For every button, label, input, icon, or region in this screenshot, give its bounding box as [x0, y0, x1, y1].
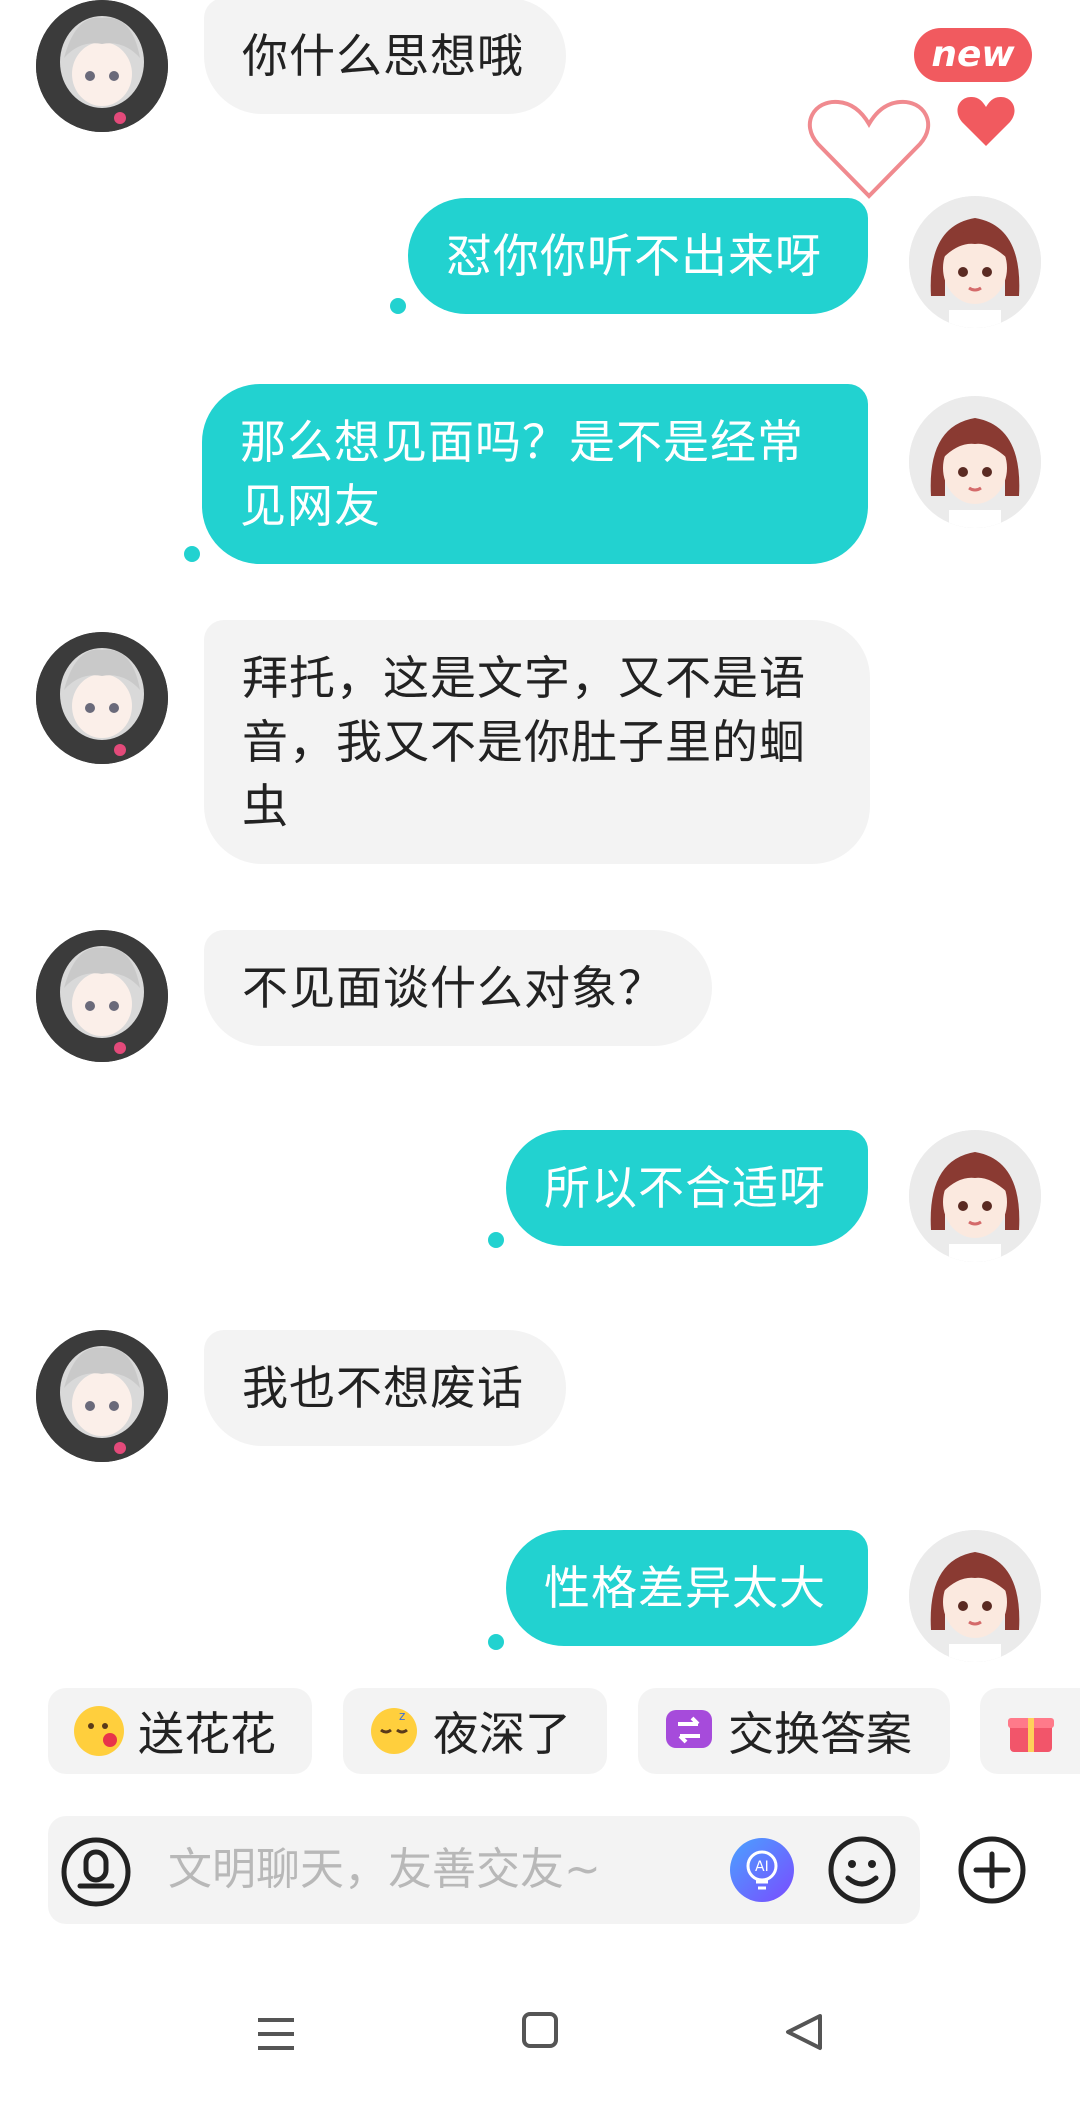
- new-badge: new: [914, 28, 1032, 82]
- read-indicator: [390, 298, 406, 314]
- smiley-icon[interactable]: [826, 1834, 898, 1906]
- message-bubble[interactable]: 你什么思想哦: [204, 0, 566, 114]
- message-bubble[interactable]: 怼你你听不出来呀: [408, 198, 868, 314]
- quick-reply-chip[interactable]: [980, 1688, 1080, 1774]
- heart-icon[interactable]: [956, 96, 1016, 148]
- avatar-other-image: [36, 1330, 168, 1462]
- message-bubble[interactable]: 我也不想废话: [204, 1330, 566, 1446]
- flower-face-emoji-icon: [74, 1706, 124, 1756]
- avatar-other[interactable]: [36, 0, 168, 132]
- chip-label: 交换答案: [728, 1707, 912, 1761]
- quick-reply-bar: 送花花 z 夜深了 交换答案: [48, 1688, 1080, 1774]
- quick-reply-chip[interactable]: z 夜深了: [343, 1688, 607, 1774]
- voice-icon[interactable]: [60, 1836, 132, 1908]
- back-triangle-icon[interactable]: [782, 2010, 826, 2054]
- message-bubble[interactable]: 性格差异太大: [506, 1530, 868, 1646]
- plus-icon[interactable]: [956, 1834, 1028, 1906]
- svg-text:z: z: [399, 1709, 405, 1723]
- avatar-self-image: [909, 1130, 1041, 1262]
- avatar-self-image: [909, 396, 1041, 528]
- avatar-other-image: [36, 632, 168, 764]
- avatar-other-image: [36, 930, 168, 1062]
- ai-bulb-icon[interactable]: AI: [728, 1836, 796, 1904]
- message-bubble[interactable]: 拜托，这是文字，又不是语音，我又不是你肚子里的蛔虫: [204, 620, 870, 864]
- menu-icon[interactable]: [254, 2012, 298, 2056]
- quick-reply-chip[interactable]: 送花花: [48, 1688, 312, 1774]
- chip-label: 送花花: [138, 1707, 276, 1761]
- read-indicator: [488, 1634, 504, 1650]
- read-indicator: [184, 546, 200, 562]
- avatar-other[interactable]: [36, 632, 168, 764]
- system-nav-bar: [0, 1990, 1080, 2105]
- read-indicator: [488, 1232, 504, 1248]
- avatar-self-image: [909, 1530, 1041, 1662]
- avatar-other-image: [36, 0, 168, 132]
- chip-label: 夜深了: [433, 1707, 571, 1761]
- avatar-self-image: [909, 196, 1041, 328]
- home-square-icon[interactable]: [520, 2010, 560, 2050]
- avatar-self[interactable]: [909, 196, 1041, 328]
- avatar-self[interactable]: [909, 396, 1041, 528]
- message-bubble[interactable]: 所以不合适呀: [506, 1130, 868, 1246]
- avatar-self[interactable]: [909, 1530, 1041, 1662]
- svg-text:AI: AI: [755, 1859, 769, 1875]
- avatar-self[interactable]: [909, 1130, 1041, 1262]
- gift-icon: [1006, 1706, 1056, 1756]
- swap-icon: [664, 1706, 714, 1756]
- message-input[interactable]: 文明聊天，友善交友~: [168, 1816, 601, 1924]
- sleeping-face-emoji-icon: z: [369, 1706, 419, 1756]
- message-bubble[interactable]: 那么想见面吗？是不是经常见网友: [202, 384, 868, 564]
- message-input-bar: 文明聊天，友善交友~ AI: [48, 1816, 920, 1924]
- avatar-other[interactable]: [36, 1330, 168, 1462]
- quick-reply-chip[interactable]: 交换答案: [638, 1688, 950, 1774]
- heart-outline-icon: [807, 99, 931, 199]
- avatar-other[interactable]: [36, 930, 168, 1062]
- message-bubble[interactable]: 不见面谈什么对象？: [204, 930, 712, 1046]
